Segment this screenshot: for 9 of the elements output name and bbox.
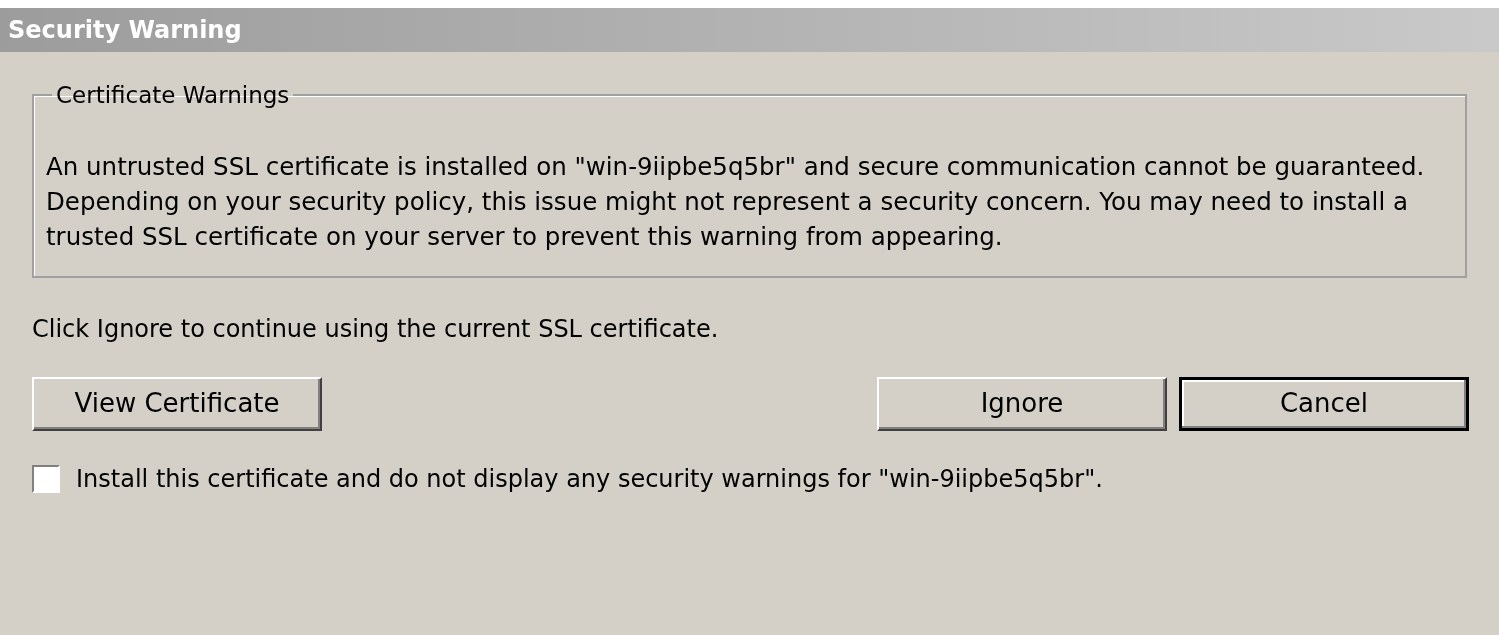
checkbox[interactable]: [32, 464, 60, 493]
dialog-button[interactable]: Cancel: [1179, 376, 1469, 431]
checkbox-label: Install this certificate and do not display any security warnings for "win-9iipbe5q5br".: [76, 463, 1103, 495]
instruction-text: Click Ignore to continue using the current SSL certificate.: [32, 313, 719, 344]
view-certificate-button[interactable]: View Certificate: [32, 376, 322, 431]
dialog-button[interactable]: Ignore: [877, 376, 1167, 431]
window-title: Security Warning: [8, 15, 242, 46]
warning-message: An untrusted SSL certificate is installed on "win-9iipbe5q5br" and secure communication cannot be guaranteed. Depending on your security policy, this issue might not represent a security concern. You may need to install a trusted SSL certificate on your server to prevent this warning from appearing.: [46, 150, 1426, 253]
group-legend: Certificate Warnings: [52, 78, 294, 113]
